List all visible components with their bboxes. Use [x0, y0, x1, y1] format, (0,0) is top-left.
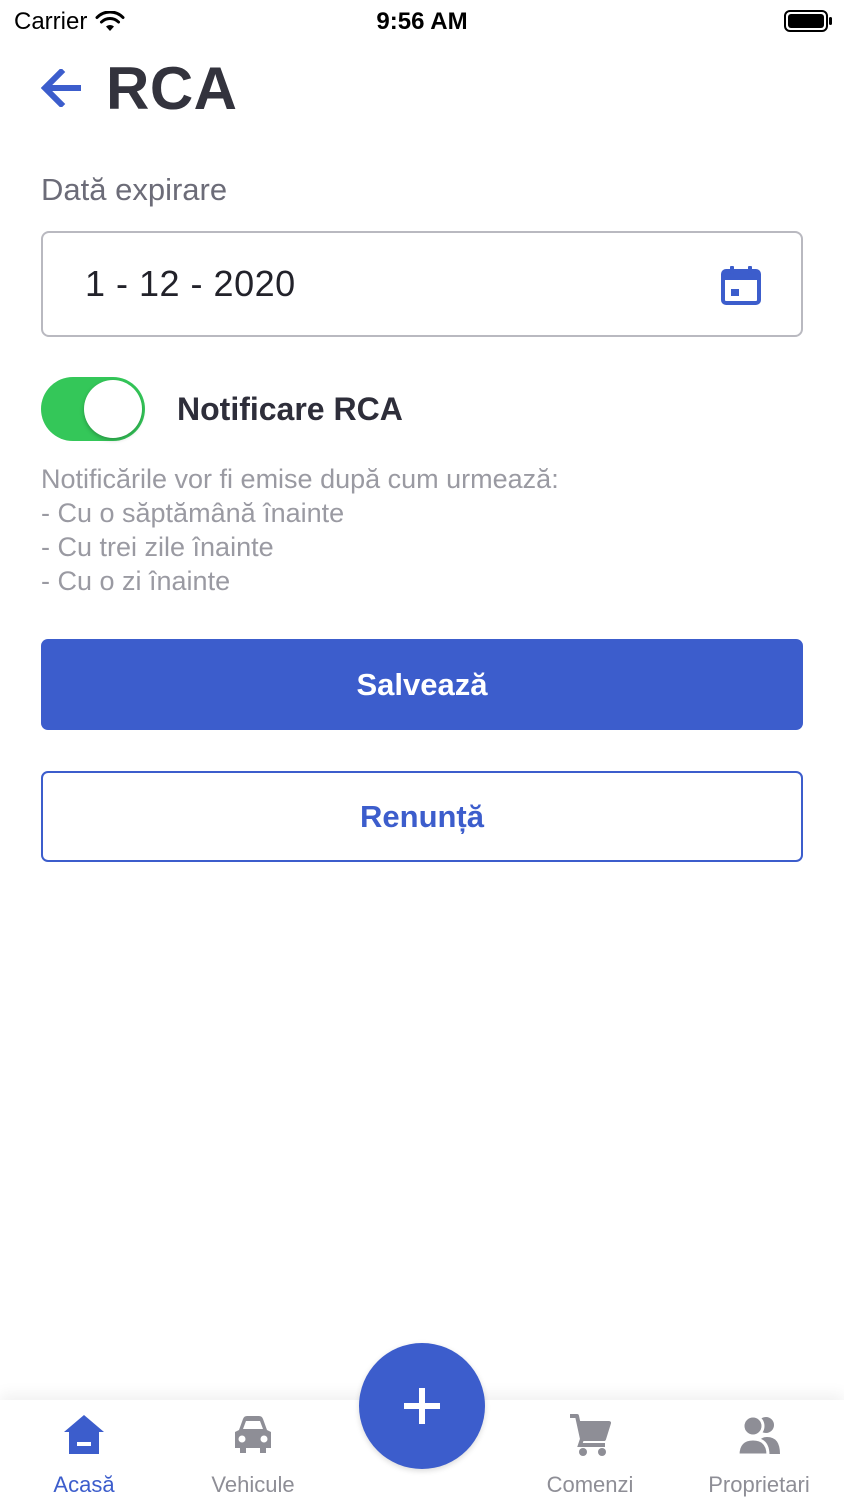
cancel-button[interactable]: Renunță [41, 771, 803, 862]
expiry-date-value: 1 - 12 - 2020 [85, 263, 296, 304]
status-time: 9:56 AM [376, 8, 468, 35]
info-line: - Cu o zi înainte [41, 566, 231, 596]
status-bar: Carrier 9:56 AM [0, 0, 844, 44]
add-button[interactable] [359, 1343, 485, 1469]
owners-icon [736, 1414, 780, 1457]
date-label: Dată expirare [41, 172, 228, 207]
notification-info: Notificările vor fi emise după cum urmea… [41, 462, 559, 598]
info-line: - Cu trei zile înainte [41, 532, 274, 562]
tab-vehicles[interactable]: Vehicule [169, 1400, 337, 1500]
expiry-date-field[interactable]: 1 - 12 - 2020 [41, 231, 803, 337]
save-button[interactable]: Salvează [41, 639, 803, 730]
arrow-left-icon [41, 69, 81, 107]
car-icon [235, 1416, 271, 1453]
calendar-icon[interactable] [721, 265, 761, 305]
battery-icon [784, 10, 832, 32]
info-line: Notificările vor fi emise după cum urmea… [41, 464, 559, 494]
toggle-knob [84, 380, 142, 438]
tab-label-home: Acasă [53, 1472, 115, 1497]
notification-toggle-label: Notificare RCA [177, 390, 403, 427]
tab-label-vehicles: Vehicule [211, 1472, 295, 1497]
plus-icon [404, 1388, 440, 1424]
page-title: RCA [106, 54, 238, 122]
tab-owners[interactable]: Proprietari [675, 1400, 843, 1500]
cart-icon [570, 1414, 611, 1456]
tab-home[interactable]: Acasă [0, 1400, 168, 1500]
tab-orders[interactable]: Comenzi [506, 1400, 674, 1500]
page-header: RCA [40, 54, 238, 122]
tab-label-orders: Comenzi [546, 1472, 634, 1497]
info-line: - Cu o săptămână înainte [41, 498, 345, 528]
tab-label-owners: Proprietari [708, 1472, 810, 1497]
notification-toggle-row: Notificare RCA [41, 377, 403, 441]
home-icon [64, 1415, 104, 1454]
back-button[interactable] [40, 66, 84, 110]
notification-toggle[interactable] [41, 377, 145, 441]
